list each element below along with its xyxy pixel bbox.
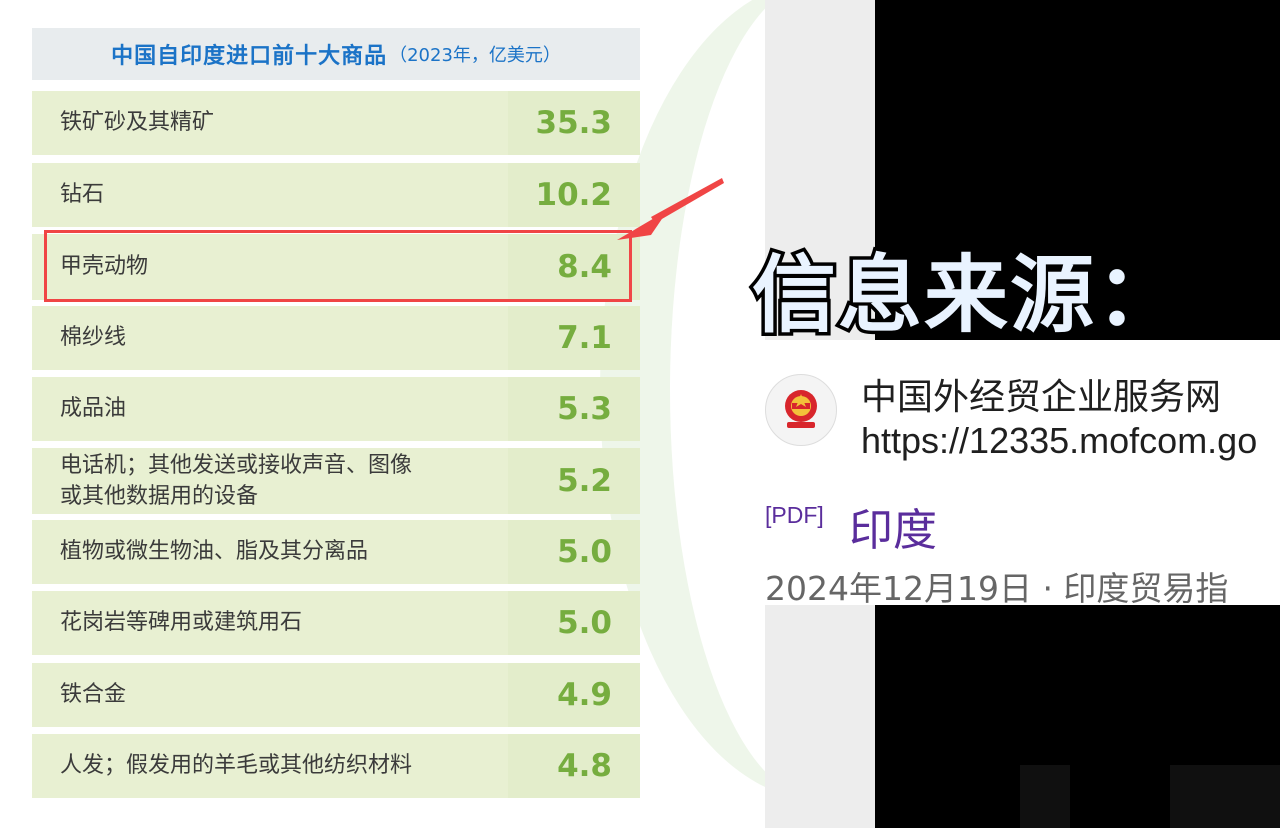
source-heading: 信息来源：	[748, 243, 1183, 348]
site-name[interactable]: 中国外经贸企业服务网	[861, 368, 1221, 420]
pointer-arrow-icon	[617, 178, 724, 240]
search-result-card: 中国外经贸企业服务网 https://12335.mofcom.go [PDF]…	[765, 340, 1280, 605]
result-title-link[interactable]: 印度	[849, 494, 937, 558]
pdf-tag: [PDF]	[765, 502, 824, 528]
result-snippet: 2024年12月19日 · 印度贸易指	[765, 569, 1229, 605]
background-block	[1170, 765, 1280, 828]
site-url[interactable]: https://12335.mofcom.go	[861, 420, 1257, 462]
table-panel: 中国自印度进口前十大商品 （2023年，亿美元） 铁矿砂及其精矿 35.3 钻石 10…	[0, 0, 875, 828]
national-emblem-icon[interactable]	[765, 374, 837, 446]
highlight-box	[44, 230, 632, 302]
background-block	[1020, 765, 1070, 828]
